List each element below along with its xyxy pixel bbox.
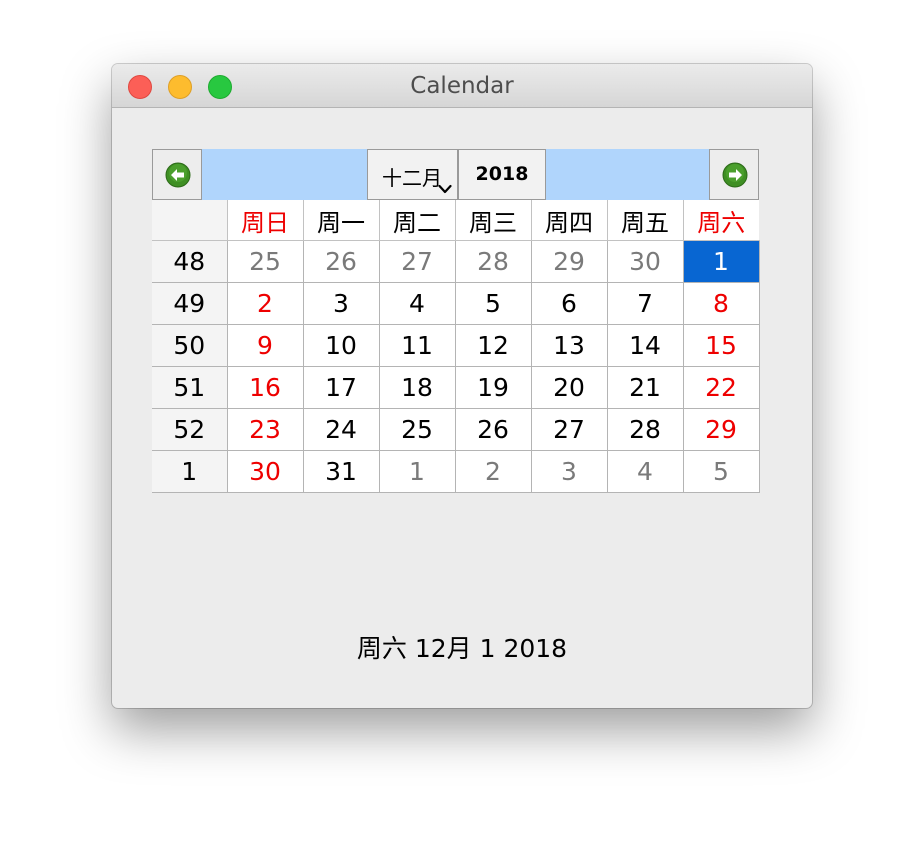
day-cell[interactable]: 8 [682, 282, 760, 325]
day-cell[interactable]: 5 [454, 282, 532, 325]
day-cell[interactable]: 29 [682, 408, 760, 451]
next-month-button[interactable] [709, 149, 759, 200]
day-cell[interactable]: 3 [302, 282, 380, 325]
arrow-left-circle-icon [165, 162, 191, 188]
day-cell[interactable]: 14 [606, 324, 684, 367]
calendar-navigation-bar: 十二月 2018 [152, 149, 759, 200]
day-cell[interactable]: 27 [530, 408, 608, 451]
week-number: 48 [152, 240, 228, 283]
calendar-grid: 周日 周一 周二 周三 周四 周五 周六 48 25 26 27 28 29 30 1 49 2 3… [152, 200, 760, 493]
weekday-header: 周四 [531, 200, 608, 241]
day-cell[interactable]: 2 [454, 450, 532, 493]
day-cell[interactable]: 11 [378, 324, 456, 367]
day-cell[interactable]: 16 [226, 366, 304, 409]
day-cell[interactable]: 28 [454, 240, 532, 283]
day-cell[interactable]: 26 [302, 240, 380, 283]
selected-date-label: 周六 12月 1 2018 [356, 634, 568, 663]
calendar-widget: 十二月 2018 周日 周一 周二 周三 周四 周五 周六 48 25 26 2… [152, 149, 760, 493]
day-cell[interactable]: 15 [682, 324, 760, 367]
week-number: 49 [152, 282, 228, 325]
day-cell[interactable]: 4 [378, 282, 456, 325]
weekday-header: 周三 [455, 200, 532, 241]
day-cell[interactable]: 21 [606, 366, 684, 409]
day-cell[interactable]: 4 [606, 450, 684, 493]
weekday-header: 周五 [607, 200, 684, 241]
previous-month-button[interactable] [152, 149, 202, 200]
day-cell[interactable]: 25 [226, 240, 304, 283]
weekday-header: 周六 [683, 200, 759, 241]
month-selector[interactable]: 十二月 [367, 149, 458, 200]
day-cell[interactable]: 13 [530, 324, 608, 367]
chevron-down-icon [438, 184, 452, 194]
week-number-header [152, 200, 228, 241]
weekday-header-row: 周日 周一 周二 周三 周四 周五 周六 [152, 200, 759, 241]
day-cell[interactable]: 31 [302, 450, 380, 493]
day-cell[interactable]: 1 [378, 450, 456, 493]
day-cell[interactable]: 10 [302, 324, 380, 367]
calendar-window: Calendar 十二月 2018 周日 周一 周二 周三 周四 周五 周六 4… [112, 64, 812, 708]
day-cell[interactable]: 30 [226, 450, 304, 493]
day-cell[interactable]: 23 [226, 408, 304, 451]
weekday-header: 周一 [303, 200, 380, 241]
week-number: 1 [152, 450, 228, 493]
day-cell-selected[interactable]: 1 [682, 240, 760, 283]
day-cell[interactable]: 28 [606, 408, 684, 451]
week-number: 51 [152, 366, 228, 409]
week-number: 50 [152, 324, 228, 367]
day-cell[interactable]: 25 [378, 408, 456, 451]
day-cell[interactable]: 7 [606, 282, 684, 325]
title-bar[interactable]: Calendar [112, 64, 812, 108]
weekday-header: 周日 [227, 200, 304, 241]
day-cell[interactable]: 2 [226, 282, 304, 325]
day-cell[interactable]: 22 [682, 366, 760, 409]
weekday-header: 周二 [379, 200, 456, 241]
day-cell[interactable]: 20 [530, 366, 608, 409]
week-number: 52 [152, 408, 228, 451]
day-cell[interactable]: 30 [606, 240, 684, 283]
day-cell[interactable]: 24 [302, 408, 380, 451]
year-selector[interactable]: 2018 [458, 149, 546, 200]
day-cell[interactable]: 12 [454, 324, 532, 367]
day-cell[interactable]: 6 [530, 282, 608, 325]
day-cell[interactable]: 17 [302, 366, 380, 409]
month-label: 十二月 [382, 166, 442, 190]
day-cell[interactable]: 29 [530, 240, 608, 283]
day-cell[interactable]: 27 [378, 240, 456, 283]
week-row: 52 23 24 25 26 27 28 29 [152, 408, 760, 451]
day-cell[interactable]: 5 [682, 450, 760, 493]
window-title: Calendar [410, 73, 514, 99]
week-row: 50 9 10 11 12 13 14 15 [152, 324, 760, 367]
day-cell[interactable]: 3 [530, 450, 608, 493]
week-row: 1 30 31 1 2 3 4 5 [152, 450, 760, 493]
day-cell[interactable]: 26 [454, 408, 532, 451]
week-row: 51 16 17 18 19 20 21 22 [152, 366, 760, 409]
arrow-right-circle-icon [722, 162, 748, 188]
day-cell[interactable]: 19 [454, 366, 532, 409]
day-cell[interactable]: 18 [378, 366, 456, 409]
week-row: 48 25 26 27 28 29 30 1 [152, 240, 760, 283]
day-cell[interactable]: 9 [226, 324, 304, 367]
week-row: 49 2 3 4 5 6 7 8 [152, 282, 760, 325]
